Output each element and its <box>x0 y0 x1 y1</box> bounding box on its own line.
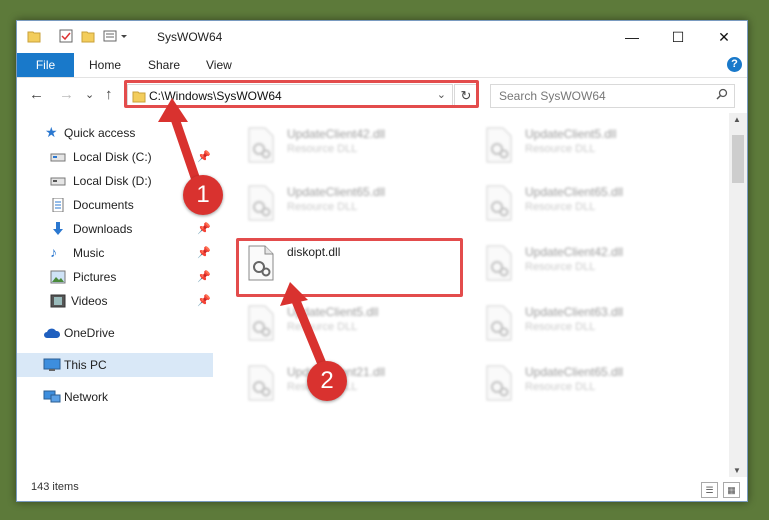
arrow-2-head <box>280 282 308 306</box>
callout-badge-2: 2 <box>307 361 347 401</box>
callout-arrows <box>158 98 327 369</box>
arrow-2 <box>289 291 327 369</box>
callout-badge-1: 1 <box>183 175 223 215</box>
arrow-1-head <box>158 98 188 122</box>
